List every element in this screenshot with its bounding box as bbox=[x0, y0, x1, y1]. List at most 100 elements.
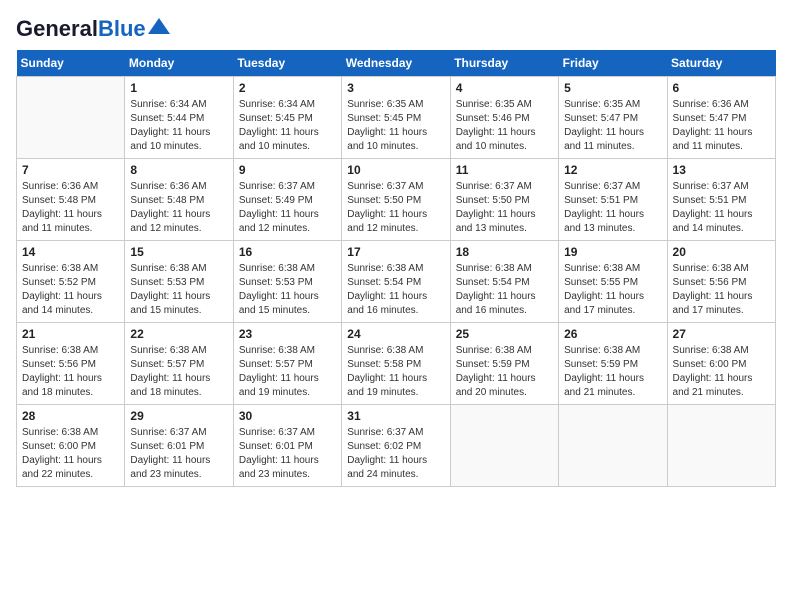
empty-cell bbox=[450, 405, 558, 487]
day-cell-5: 5 Sunrise: 6:35 AM Sunset: 5:47 PM Daylig… bbox=[559, 77, 667, 159]
day-number: 9 bbox=[239, 163, 336, 177]
day-number: 19 bbox=[564, 245, 661, 259]
day-info: Sunrise: 6:35 AM Sunset: 5:47 PM Dayligh… bbox=[564, 98, 661, 154]
day-number: 18 bbox=[456, 245, 553, 259]
day-info: Sunrise: 6:35 AM Sunset: 5:45 PM Dayligh… bbox=[347, 98, 444, 154]
day-info: Sunrise: 6:38 AM Sunset: 5:57 PM Dayligh… bbox=[239, 344, 336, 400]
day-info: Sunrise: 6:37 AM Sunset: 5:50 PM Dayligh… bbox=[347, 180, 444, 236]
day-number: 4 bbox=[456, 81, 553, 95]
day-cell-4: 4Sunrise: 6:35 AM Sunset: 5:46 PM Daylig… bbox=[450, 77, 558, 159]
day-info: Sunrise: 6:37 AM Sunset: 5:50 PM Dayligh… bbox=[456, 180, 553, 236]
column-header-tuesday: Tuesday bbox=[233, 50, 341, 77]
empty-cell bbox=[559, 405, 667, 487]
day-cell-18: 18 Sunrise: 6:38 AM Sunset: 5:54 PM Dayli… bbox=[450, 241, 558, 323]
day-cell-6: 6 Sunrise: 6:36 AM Sunset: 5:47 PM Daylig… bbox=[667, 77, 775, 159]
day-number: 23 bbox=[239, 327, 336, 341]
day-number: 3 bbox=[347, 81, 444, 95]
day-info: Sunrise: 6:38 AM Sunset: 5:54 PM Dayligh… bbox=[347, 262, 444, 318]
day-number: 12 bbox=[564, 163, 661, 177]
page-header: GeneralBlue bbox=[16, 16, 776, 42]
day-cell-2: 2Sunrise: 6:34 AM Sunset: 5:45 PM Daylig… bbox=[233, 77, 341, 159]
day-cell-1: 1 Sunrise: 6:34 AM Sunset: 5:44 PM Daylig… bbox=[125, 77, 233, 159]
logo-text: GeneralBlue bbox=[16, 16, 146, 42]
day-cell-23: 23 Sunrise: 6:38 AM Sunset: 5:57 PM Dayli… bbox=[233, 323, 341, 405]
day-cell-28: 28 Sunrise: 6:38 AM Sunset: 6:00 PM Dayli… bbox=[17, 405, 125, 487]
calendar-week-4: 28 Sunrise: 6:38 AM Sunset: 6:00 PM Dayli… bbox=[17, 405, 776, 487]
day-info: Sunrise: 6:38 AM Sunset: 6:00 PM Dayligh… bbox=[22, 426, 119, 482]
day-cell-15: 15 Sunrise: 6:38 AM Sunset: 5:53 PM Dayli… bbox=[125, 241, 233, 323]
day-number: 1 bbox=[130, 81, 227, 95]
day-cell-14: 14Sunrise: 6:38 AM Sunset: 5:52 PM Dayli… bbox=[17, 241, 125, 323]
day-number: 21 bbox=[22, 327, 119, 341]
day-info: Sunrise: 6:37 AM Sunset: 5:51 PM Dayligh… bbox=[673, 180, 770, 236]
day-info: Sunrise: 6:38 AM Sunset: 5:56 PM Dayligh… bbox=[22, 344, 119, 400]
day-cell-24: 24 Sunrise: 6:38 AM Sunset: 5:58 PM Dayli… bbox=[342, 323, 450, 405]
column-header-thursday: Thursday bbox=[450, 50, 558, 77]
column-header-wednesday: Wednesday bbox=[342, 50, 450, 77]
day-info: Sunrise: 6:38 AM Sunset: 5:53 PM Dayligh… bbox=[239, 262, 336, 318]
day-info: Sunrise: 6:38 AM Sunset: 5:53 PM Dayligh… bbox=[130, 262, 227, 318]
day-number: 5 bbox=[564, 81, 661, 95]
day-number: 16 bbox=[239, 245, 336, 259]
day-info: Sunrise: 6:37 AM Sunset: 5:51 PM Dayligh… bbox=[564, 180, 661, 236]
column-header-friday: Friday bbox=[559, 50, 667, 77]
column-header-sunday: Sunday bbox=[17, 50, 125, 77]
day-info: Sunrise: 6:36 AM Sunset: 5:47 PM Dayligh… bbox=[673, 98, 770, 154]
day-info: Sunrise: 6:38 AM Sunset: 5:59 PM Dayligh… bbox=[456, 344, 553, 400]
day-number: 29 bbox=[130, 409, 227, 423]
day-number: 10 bbox=[347, 163, 444, 177]
calendar-header-row: SundayMondayTuesdayWednesdayThursdayFrid… bbox=[17, 50, 776, 77]
day-cell-13: 13 Sunrise: 6:37 AM Sunset: 5:51 PM Dayli… bbox=[667, 159, 775, 241]
day-cell-21: 21 Sunrise: 6:38 AM Sunset: 5:56 PM Dayli… bbox=[17, 323, 125, 405]
day-number: 30 bbox=[239, 409, 336, 423]
empty-cell bbox=[17, 77, 125, 159]
day-cell-12: 12 Sunrise: 6:37 AM Sunset: 5:51 PM Dayli… bbox=[559, 159, 667, 241]
day-info: Sunrise: 6:37 AM Sunset: 6:01 PM Dayligh… bbox=[239, 426, 336, 482]
day-number: 14 bbox=[22, 245, 119, 259]
logo-general: General bbox=[16, 16, 98, 41]
day-number: 25 bbox=[456, 327, 553, 341]
day-info: Sunrise: 6:34 AM Sunset: 5:45 PM Dayligh… bbox=[239, 98, 336, 154]
day-cell-10: 10 Sunrise: 6:37 AM Sunset: 5:50 PM Dayli… bbox=[342, 159, 450, 241]
day-number: 13 bbox=[673, 163, 770, 177]
day-cell-19: 19Sunrise: 6:38 AM Sunset: 5:55 PM Dayli… bbox=[559, 241, 667, 323]
day-number: 20 bbox=[673, 245, 770, 259]
day-number: 24 bbox=[347, 327, 444, 341]
day-cell-29: 29 Sunrise: 6:37 AM Sunset: 6:01 PM Dayli… bbox=[125, 405, 233, 487]
day-info: Sunrise: 6:38 AM Sunset: 5:58 PM Dayligh… bbox=[347, 344, 444, 400]
day-cell-25: 25 Sunrise: 6:38 AM Sunset: 5:59 PM Dayli… bbox=[450, 323, 558, 405]
day-cell-7: 7Sunrise: 6:36 AM Sunset: 5:48 PM Daylig… bbox=[17, 159, 125, 241]
column-header-saturday: Saturday bbox=[667, 50, 775, 77]
day-info: Sunrise: 6:37 AM Sunset: 5:49 PM Dayligh… bbox=[239, 180, 336, 236]
day-number: 15 bbox=[130, 245, 227, 259]
column-header-monday: Monday bbox=[125, 50, 233, 77]
day-cell-9: 9 Sunrise: 6:37 AM Sunset: 5:49 PM Daylig… bbox=[233, 159, 341, 241]
day-cell-16: 16 Sunrise: 6:38 AM Sunset: 5:53 PM Dayli… bbox=[233, 241, 341, 323]
calendar-table: SundayMondayTuesdayWednesdayThursdayFrid… bbox=[16, 50, 776, 487]
day-number: 28 bbox=[22, 409, 119, 423]
day-info: Sunrise: 6:34 AM Sunset: 5:44 PM Dayligh… bbox=[130, 98, 227, 154]
day-info: Sunrise: 6:38 AM Sunset: 6:00 PM Dayligh… bbox=[673, 344, 770, 400]
day-cell-27: 27 Sunrise: 6:38 AM Sunset: 6:00 PM Dayli… bbox=[667, 323, 775, 405]
logo: GeneralBlue bbox=[16, 16, 170, 42]
day-info: Sunrise: 6:36 AM Sunset: 5:48 PM Dayligh… bbox=[130, 180, 227, 236]
day-cell-17: 17 Sunrise: 6:38 AM Sunset: 5:54 PM Dayli… bbox=[342, 241, 450, 323]
day-number: 6 bbox=[673, 81, 770, 95]
day-number: 22 bbox=[130, 327, 227, 341]
day-cell-20: 20Sunrise: 6:38 AM Sunset: 5:56 PM Dayli… bbox=[667, 241, 775, 323]
day-info: Sunrise: 6:38 AM Sunset: 5:54 PM Dayligh… bbox=[456, 262, 553, 318]
day-number: 27 bbox=[673, 327, 770, 341]
day-cell-8: 8Sunrise: 6:36 AM Sunset: 5:48 PM Daylig… bbox=[125, 159, 233, 241]
day-number: 7 bbox=[22, 163, 119, 177]
day-number: 17 bbox=[347, 245, 444, 259]
day-info: Sunrise: 6:37 AM Sunset: 6:01 PM Dayligh… bbox=[130, 426, 227, 482]
day-cell-31: 31Sunrise: 6:37 AM Sunset: 6:02 PM Dayli… bbox=[342, 405, 450, 487]
day-info: Sunrise: 6:38 AM Sunset: 5:59 PM Dayligh… bbox=[564, 344, 661, 400]
calendar-week-3: 21 Sunrise: 6:38 AM Sunset: 5:56 PM Dayli… bbox=[17, 323, 776, 405]
logo-blue: Blue bbox=[98, 16, 146, 41]
calendar-week-0: 1 Sunrise: 6:34 AM Sunset: 5:44 PM Daylig… bbox=[17, 77, 776, 159]
calendar-week-2: 14Sunrise: 6:38 AM Sunset: 5:52 PM Dayli… bbox=[17, 241, 776, 323]
empty-cell bbox=[667, 405, 775, 487]
day-number: 11 bbox=[456, 163, 553, 177]
logo-icon bbox=[148, 18, 170, 34]
